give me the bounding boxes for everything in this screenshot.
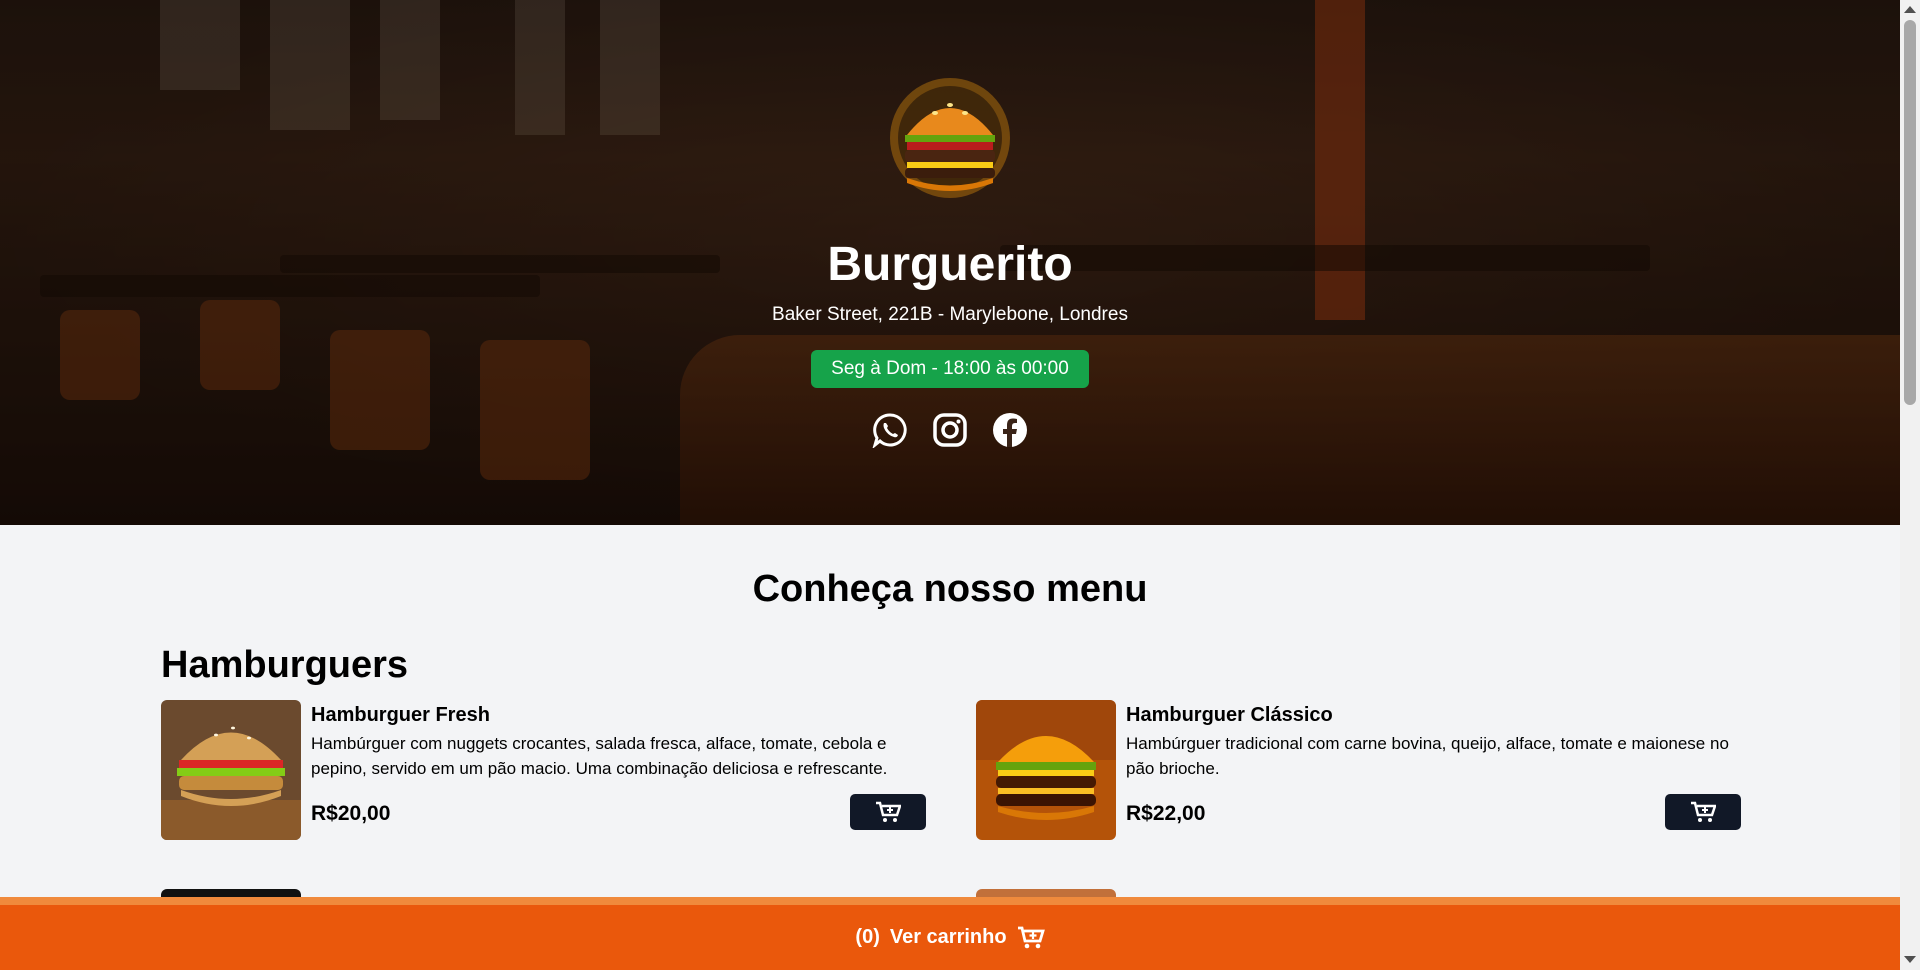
opening-hours-badge: Seg à Dom - 18:00 às 00:00 [811,350,1089,388]
instagram-icon[interactable] [932,412,968,448]
social-links [872,412,1028,450]
whatsapp-icon[interactable] [872,412,908,450]
add-to-cart-button[interactable] [1665,794,1741,830]
scroll-thumb[interactable] [1904,20,1916,405]
menu-heading: Conheça nosso menu [752,568,1148,610]
facebook-icon[interactable] [992,412,1028,448]
restaurant-name: Burguerito [827,238,1073,291]
view-cart-bar[interactable]: (0) Ver carrinho [0,897,1900,970]
item-price: R$20,00 [311,802,391,825]
add-to-cart-button[interactable] [850,794,926,830]
section-heading-hamburguers: Hamburguers [161,644,409,686]
hero-banner: Burguerito Baker Street, 221B - Marylebo… [0,0,1900,525]
hamburguer-fresh-image [161,700,301,840]
item-name: Hamburguer Clássico [1126,704,1333,726]
menu-item: Hamburguer Fresh Hambúrguer com nuggets … [161,700,926,840]
cart-plus-icon [876,801,901,822]
scroll-down-arrow[interactable] [1904,956,1916,963]
hamburguer-classico-image [976,700,1116,840]
shopping-cart-icon [1017,926,1045,948]
item-description: Hambúrguer com nuggets crocantes, salada… [311,734,888,778]
menu-item: Hamburguer Clássico Hambúrguer tradicion… [976,700,1741,840]
view-cart-label: Ver carrinho [889,926,1007,948]
cart-count: (0) [855,926,880,948]
item-description: Hambúrguer tradicional com carne bovina,… [1126,734,1729,778]
item-price: R$22,00 [1126,802,1206,825]
scroll-up-arrow[interactable] [1904,6,1916,13]
restaurant-logo [885,73,1015,203]
page-scrollbar[interactable] [1900,0,1920,970]
restaurant-address: Baker Street, 221B - Marylebone, Londres [772,304,1128,325]
cart-plus-icon [1691,801,1716,822]
item-name: Hamburguer Fresh [311,704,490,726]
